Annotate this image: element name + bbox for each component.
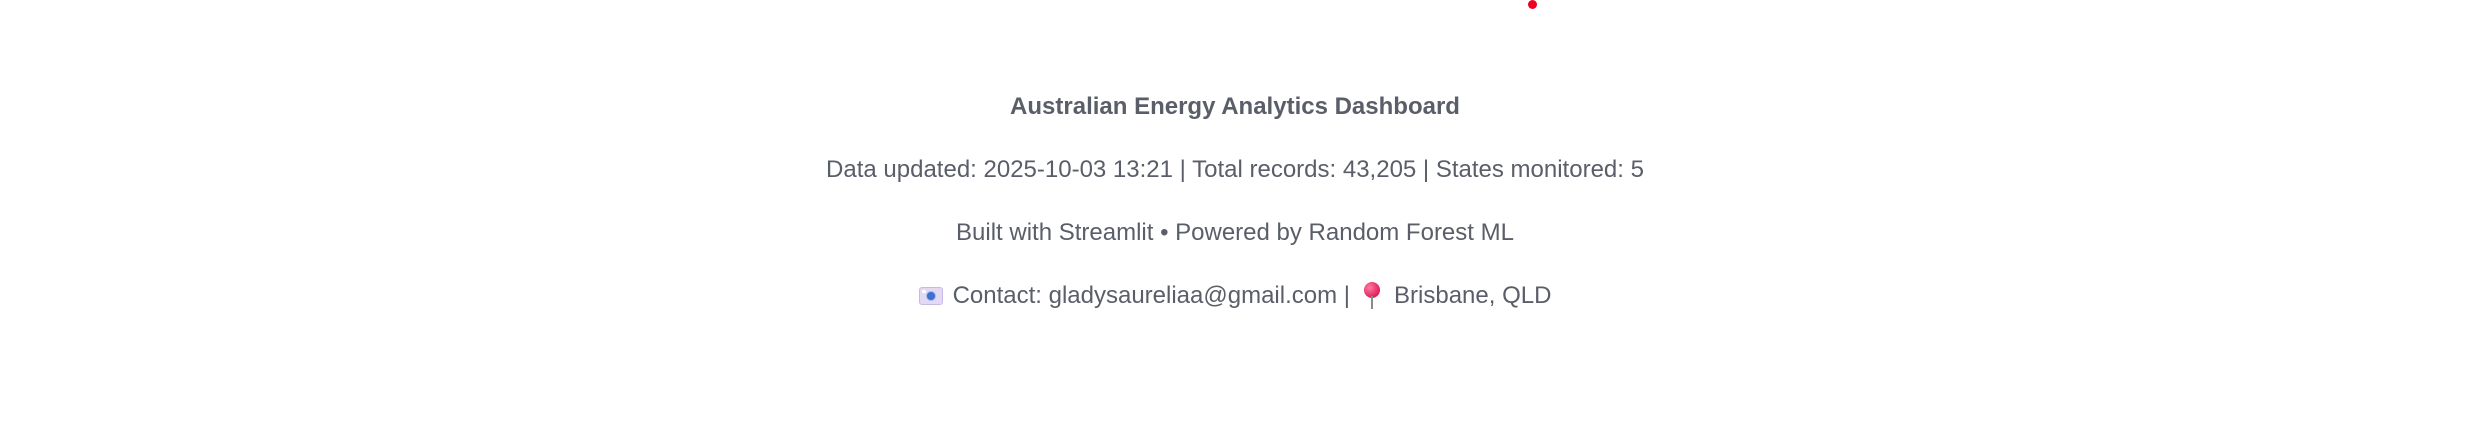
footer-title: Australian Energy Analytics Dashboard: [1010, 93, 1460, 120]
location-text: Brisbane, QLD: [1394, 282, 1552, 309]
status-indicator-dot: [1528, 0, 1537, 9]
contact-line: Contact: gladysaureliaa@gmail.com | Bris…: [0, 279, 2470, 313]
built-with-text: Built with Streamlit • Powered by Random…: [956, 219, 1514, 246]
round-pushpin-icon: [1364, 282, 1381, 310]
contact-email-text: Contact: gladysaureliaa@gmail.com |: [952, 282, 1351, 309]
data-update-info: Data updated: 2025-10-03 13:21 | Total r…: [826, 156, 1644, 183]
camera-icon: [918, 287, 943, 305]
dashboard-footer: Australian Energy Analytics Dashboard Da…: [0, 90, 2470, 313]
